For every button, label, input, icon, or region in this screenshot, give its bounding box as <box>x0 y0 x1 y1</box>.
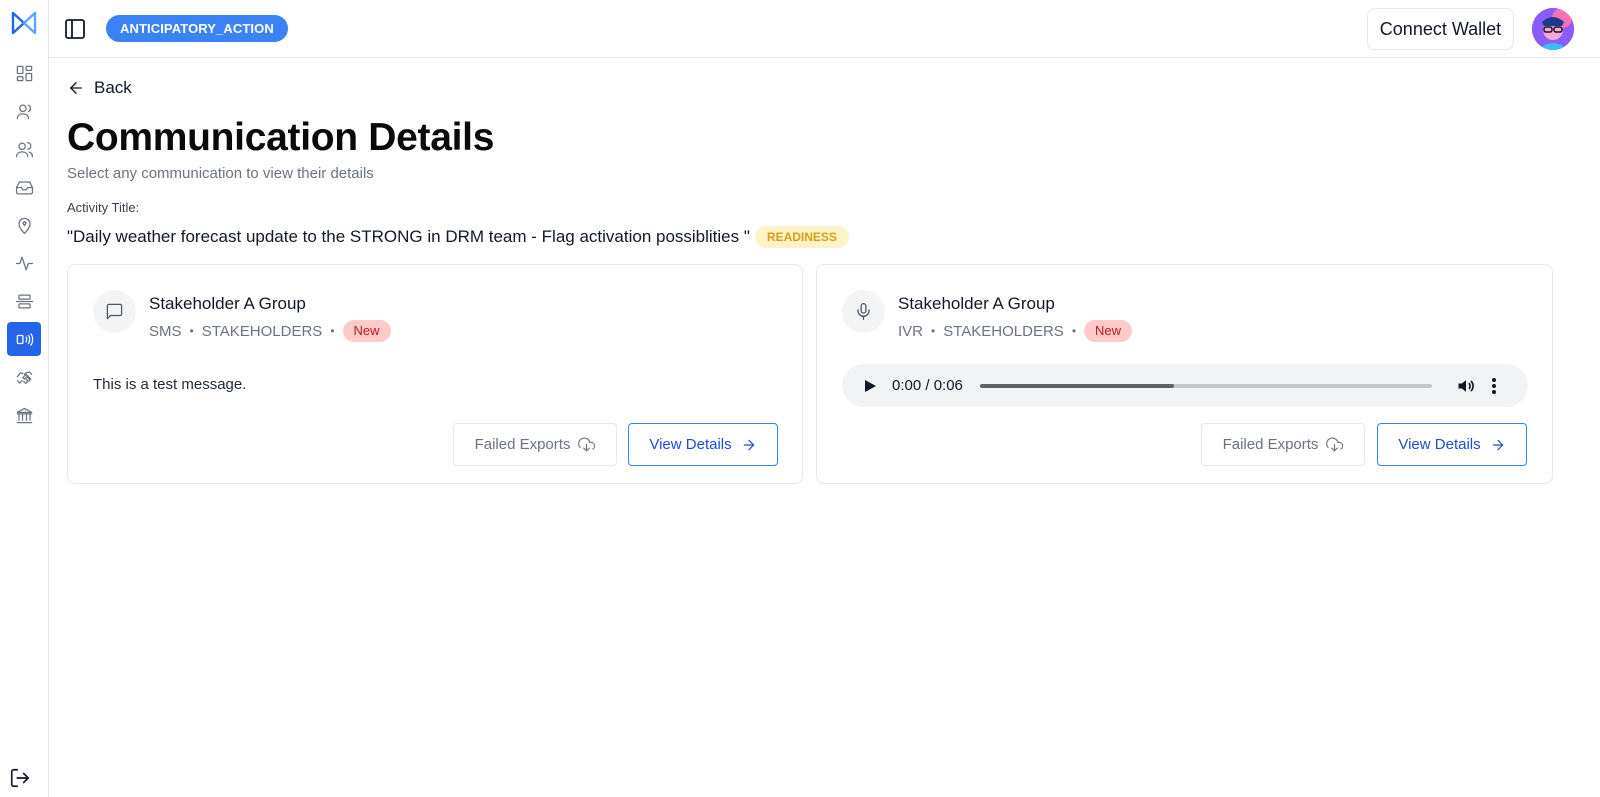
status-badge: New <box>1084 320 1133 342</box>
top-header: ANTICIPATORY_ACTION Connect Wallet <box>49 0 1600 58</box>
user-icon[interactable] <box>7 94 41 128</box>
logout-icon[interactable] <box>9 767 33 791</box>
failed-exports-button[interactable]: Failed Exports <box>453 423 617 466</box>
cloud-download-icon <box>1326 437 1344 452</box>
avatar[interactable] <box>1532 8 1574 50</box>
activity-pulse-icon[interactable] <box>7 246 41 280</box>
transport-label: SMS <box>149 322 182 340</box>
audio-progress-fill <box>979 383 1175 388</box>
transport-label: IVR <box>898 322 924 340</box>
handshake-icon[interactable] <box>7 360 41 394</box>
rahat-logo-icon[interactable] <box>10 10 38 36</box>
app-name-badge: ANTICIPATORY_ACTION <box>106 15 288 42</box>
failed-exports-button[interactable]: Failed Exports <box>1201 423 1365 466</box>
activity-title: "Daily weather forecast update to the ST… <box>67 227 750 246</box>
audience-label: STAKEHOLDERS <box>201 322 323 340</box>
align-center-icon[interactable] <box>7 284 41 318</box>
card-meta: SMS • STAKEHOLDERS • New <box>149 320 391 342</box>
view-details-label: View Details <box>649 436 732 453</box>
activity-phase-badge: READINESS <box>754 226 849 248</box>
sidebar <box>0 0 49 797</box>
card-meta: IVR • STAKEHOLDERS • New <box>898 320 1133 342</box>
more-vertical-icon[interactable] <box>1491 377 1497 395</box>
audio-player: 0:00 / 0:06 <box>842 364 1528 407</box>
inbox-tray-icon[interactable] <box>7 170 41 204</box>
status-badge: New <box>342 320 391 342</box>
map-pin-icon[interactable] <box>7 208 41 242</box>
connect-wallet-button[interactable]: Connect Wallet <box>1367 8 1514 50</box>
broadcast-icon[interactable] <box>7 322 41 356</box>
arrow-right-icon <box>1492 439 1503 450</box>
page-title: Communication Details <box>67 116 495 159</box>
separator-dot: • <box>330 324 335 338</box>
failed-exports-label: Failed Exports <box>474 436 571 453</box>
arrow-right-icon <box>743 439 754 450</box>
cloud-download-icon <box>578 437 596 452</box>
audio-seek-bar[interactable] <box>979 383 1432 388</box>
view-details-button[interactable]: View Details <box>628 423 778 466</box>
card-title: Stakeholder A Group <box>898 294 1055 313</box>
message-text: This is a test message. <box>93 376 247 393</box>
activity-row: "Daily weather forecast update to the ST… <box>67 226 849 248</box>
arrow-left-icon <box>70 82 82 94</box>
main-content: Back Communication Details Select any co… <box>49 58 1600 797</box>
card-title: Stakeholder A Group <box>149 294 306 313</box>
communication-card-sms: Stakeholder A Group SMS • STAKEHOLDERS •… <box>67 264 803 484</box>
volume-icon[interactable] <box>1456 376 1476 396</box>
separator-dot: • <box>1071 324 1077 338</box>
view-details-label: View Details <box>1398 436 1481 453</box>
users-icon[interactable] <box>7 132 41 166</box>
separator-dot: • <box>931 324 936 338</box>
message-square-icon <box>93 290 136 333</box>
bank-icon[interactable] <box>7 398 41 432</box>
dashboard-grid-icon[interactable] <box>7 56 41 90</box>
back-label: Back <box>94 78 132 97</box>
panel-left-icon[interactable] <box>63 17 87 41</box>
microphone-icon <box>842 290 885 333</box>
back-button[interactable]: Back <box>67 78 132 98</box>
failed-exports-label: Failed Exports <box>1222 436 1319 453</box>
view-details-button[interactable]: View Details <box>1377 423 1527 466</box>
separator-dot: • <box>189 324 194 338</box>
page-subtitle: Select any communication to view their d… <box>67 165 374 182</box>
audience-label: STAKEHOLDERS <box>943 322 1064 340</box>
play-icon[interactable] <box>863 379 877 393</box>
audio-time: 0:00 / 0:06 <box>892 377 963 394</box>
activity-label: Activity Title: <box>67 200 140 215</box>
communication-card-ivr: Stakeholder A Group IVR • STAKEHOLDERS •… <box>816 264 1553 484</box>
